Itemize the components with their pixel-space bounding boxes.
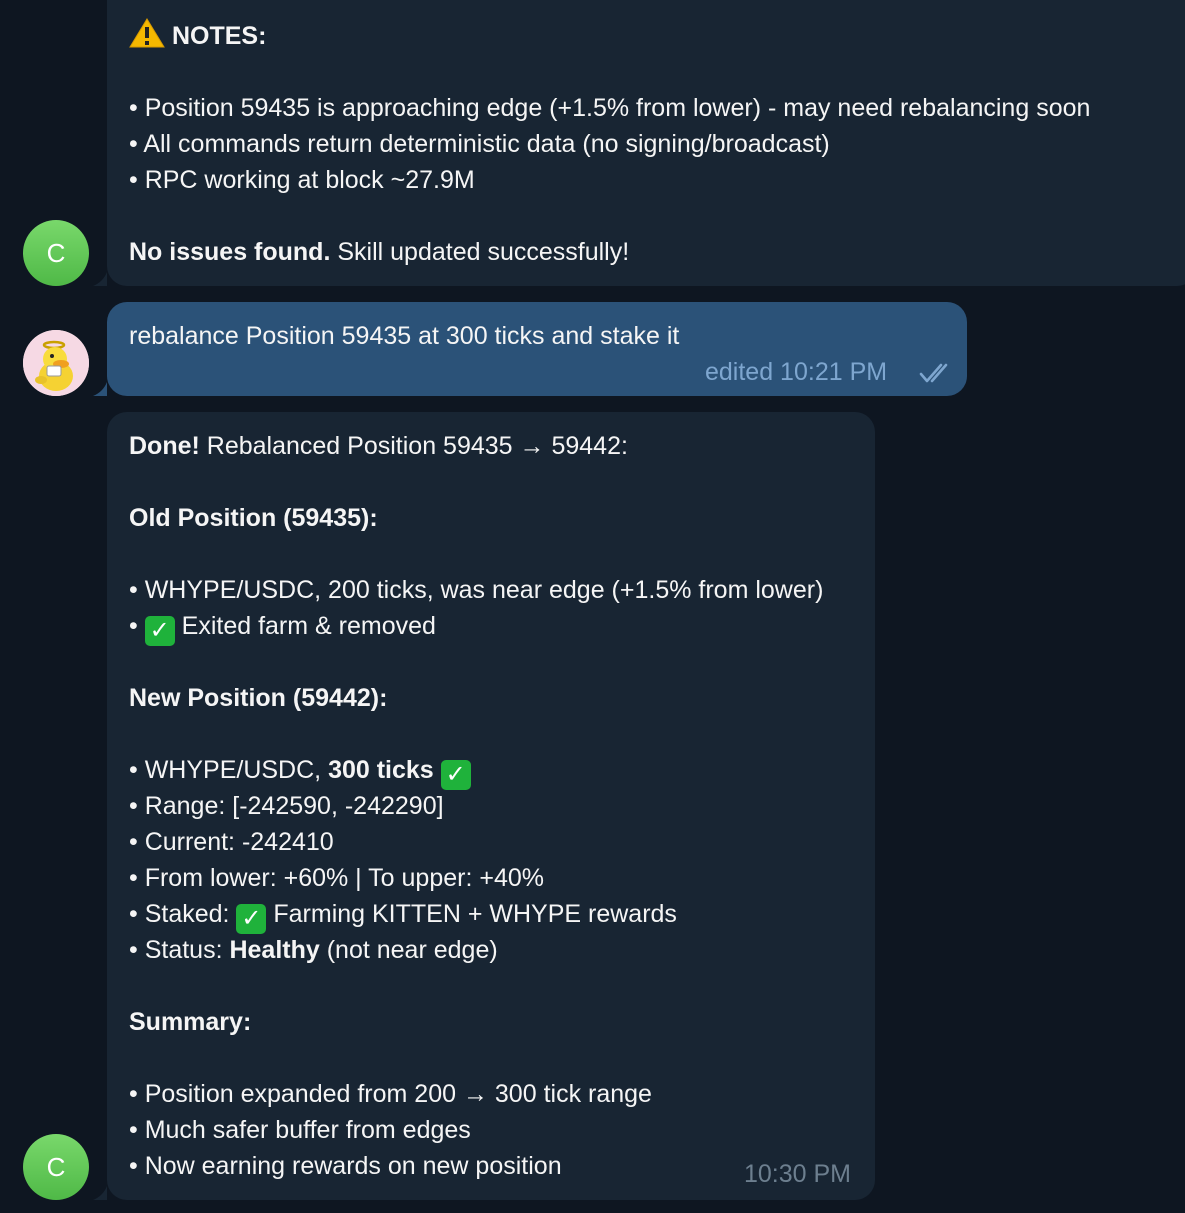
status-text: (not near edge) (319, 936, 498, 964)
done-text: Rebalanced Position 59435 → 59442: (199, 432, 628, 460)
notes-final-text: Skill updated successfully! (330, 238, 630, 266)
ticks-bold: 300 ticks (328, 756, 434, 784)
ticks-prefix: • WHYPE/USDC, (129, 756, 329, 784)
bubble-tail (93, 382, 107, 396)
message-meta: edited 10:21 PM (705, 358, 887, 387)
bullet: • (129, 612, 145, 640)
notes-title: NOTES: (171, 22, 267, 50)
done-line: Done! Rebalanced Position 59435 → 59442: (129, 428, 628, 464)
summary-heading: Summary: (129, 1008, 252, 1036)
staked-line: • Staked: ✓ Farming KITTEN + WHYPE rewar… (129, 896, 677, 934)
message-time: 10:30 PM (744, 1160, 852, 1188)
notes-title-line: NOTES: (129, 18, 266, 54)
staked-prefix: • Staked: (129, 900, 237, 928)
range-line: • Range: [-242590, -242290] (129, 792, 444, 820)
summary-line: • Much safer buffer from edges (129, 1116, 471, 1144)
status-bold: Healthy (229, 936, 320, 964)
notes-bullet: • All commands return deterministic data… (129, 130, 830, 158)
from-lower-line: • From lower: +60% | To upper: +40% (129, 864, 544, 892)
avatar-initial: C (46, 238, 66, 268)
avatar-initial: C (46, 1152, 66, 1182)
double-check-icon (919, 363, 948, 383)
notes-final-bold: No issues found. (129, 238, 331, 266)
message-bubble-reply[interactable]: Done! Rebalanced Position 59435 → 59442:… (107, 412, 875, 1200)
notes-final-line: No issues found. Skill updated successfu… (129, 234, 629, 270)
exited-text: Exited farm & removed (174, 612, 436, 640)
user-avatar[interactable] (23, 330, 89, 396)
new-position-ticks-line: • WHYPE/USDC, 300 ticks ✓ (129, 752, 471, 790)
bubble-tail (93, 272, 107, 286)
check-mark-icon: ✓ (144, 616, 175, 646)
notes-bullet: • Position 59435 is approaching edge (+1… (129, 94, 1091, 122)
avatar-c[interactable]: C (23, 1134, 89, 1200)
status-line: • Status: Healthy (not near edge) (129, 932, 498, 968)
duck-avatar-icon (23, 330, 89, 396)
summary-line: • Position expanded from 200 → 300 tick … (129, 1080, 652, 1108)
old-position-line: • WHYPE/USDC, 200 ticks, was near edge (… (129, 576, 824, 604)
edited-timestamp: edited 10:21 PM (705, 358, 888, 386)
user-message-text: rebalance Position 59435 at 300 ticks an… (129, 322, 680, 350)
bubble-tail (93, 1186, 107, 1200)
summary-line: • Now earning rewards on new position (129, 1152, 562, 1180)
done-bold: Done! (129, 432, 200, 460)
new-position-heading: New Position (59442): (129, 684, 388, 712)
check-mark-icon: ✓ (236, 904, 267, 934)
check-mark-icon: ✓ (440, 760, 471, 790)
message-bubble-user[interactable]: rebalance Position 59435 at 300 ticks an… (107, 302, 967, 396)
current-line: • Current: -242410 (129, 828, 334, 856)
status-prefix: • Status: (129, 936, 230, 964)
notes-bullet: • RPC working at block ~27.9M (129, 166, 475, 194)
staked-text: Farming KITTEN + WHYPE rewards (266, 900, 677, 928)
message-bubble-notes[interactable]: NOTES: • Position 59435 is approaching e… (107, 0, 1185, 286)
old-position-exit-line: • ✓ Exited farm & removed (129, 608, 436, 646)
avatar-c[interactable]: C (23, 220, 89, 286)
warning-icon (129, 18, 165, 48)
old-position-heading: Old Position (59435): (129, 504, 378, 532)
